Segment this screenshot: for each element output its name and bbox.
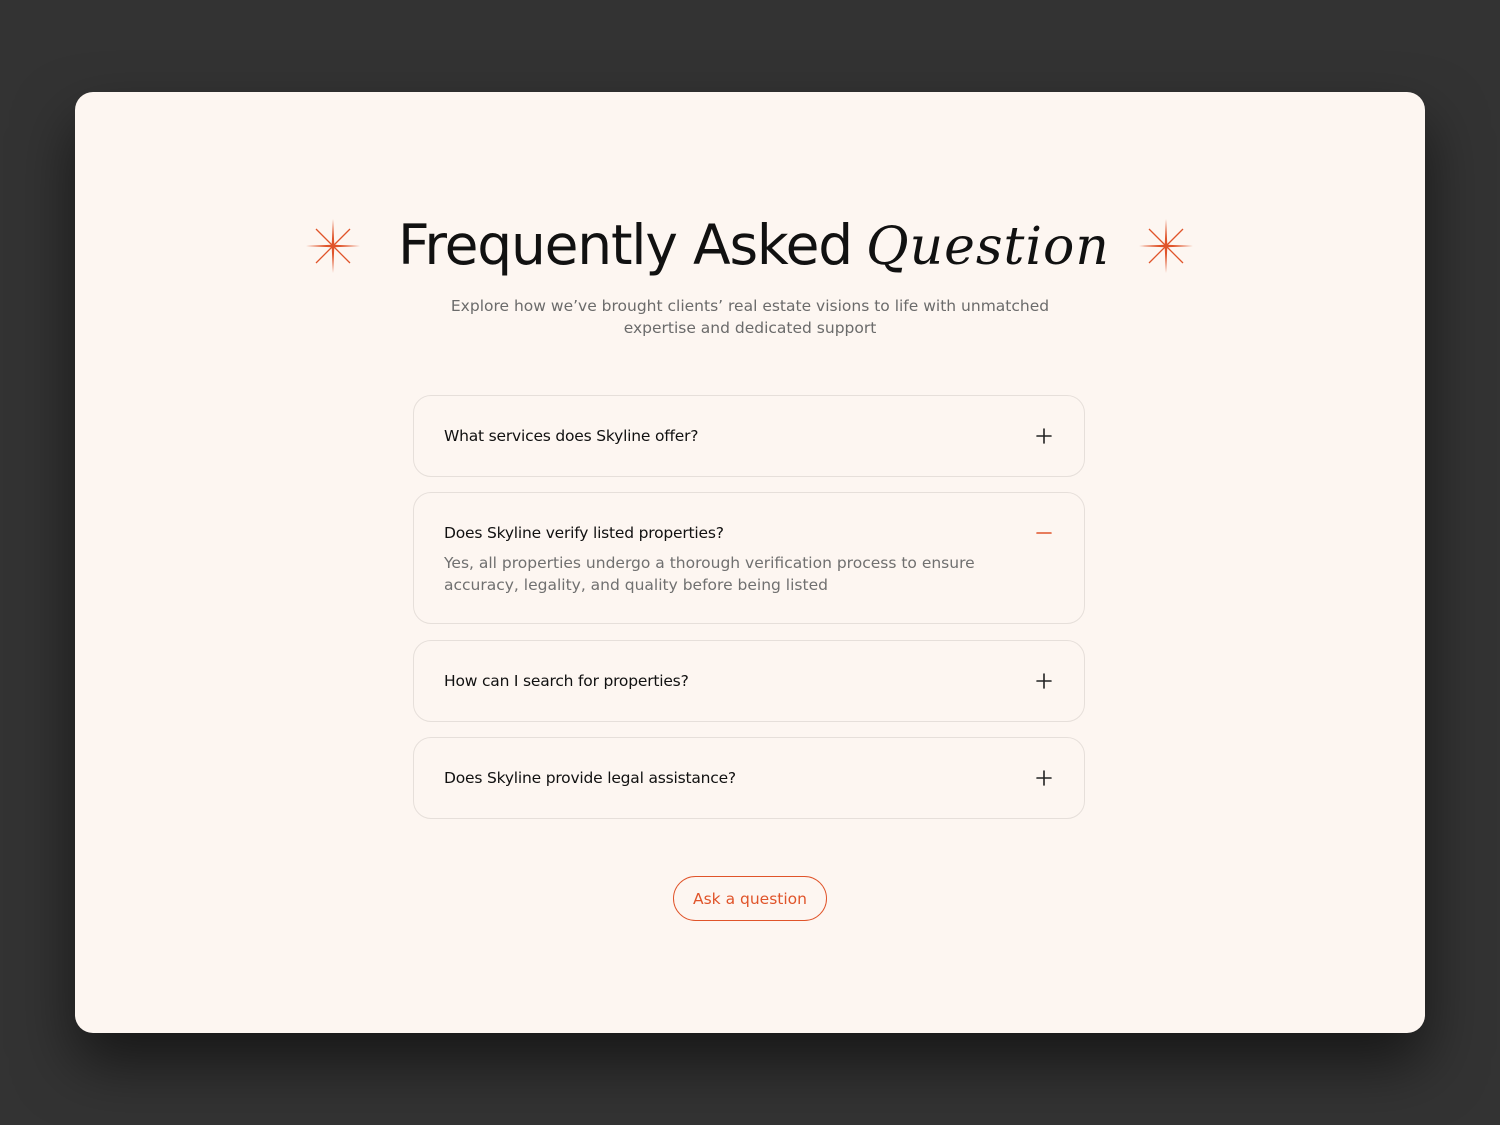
plus-icon[interactable] (1034, 768, 1054, 788)
faq-answer: Yes, all properties undergo a thorough v… (444, 554, 975, 594)
sparkle-icon-left (306, 219, 360, 273)
title-plain: Frequently Asked (398, 213, 853, 277)
plus-icon[interactable] (1034, 671, 1054, 691)
plus-icon[interactable] (1034, 426, 1054, 446)
faq-question: Does Skyline verify listed properties? (444, 524, 724, 542)
ask-question-button[interactable]: Ask a question (673, 876, 827, 921)
faq-question: Does Skyline provide legal assistance? (444, 769, 736, 787)
faq-question: What services does Skyline offer? (444, 427, 699, 445)
title-row: Frequently Asked Question (0, 205, 1500, 285)
minus-icon[interactable] (1034, 523, 1054, 543)
page-title: Frequently Asked Question (398, 205, 1158, 285)
faq-item-search[interactable]: How can I search for properties? (413, 640, 1085, 722)
faq-question: How can I search for properties? (444, 672, 689, 690)
faq-item-verify[interactable]: Does Skyline verify listed properties? Y… (413, 492, 1085, 624)
page-subtitle: Explore how we’ve brought clients’ real … (450, 297, 1050, 337)
title-fancy: Question (865, 217, 1110, 277)
faq-item-legal[interactable]: Does Skyline provide legal assistance? (413, 737, 1085, 819)
sparkle-icon-right (1139, 219, 1193, 273)
faq-item-services[interactable]: What services does Skyline offer? (413, 395, 1085, 477)
